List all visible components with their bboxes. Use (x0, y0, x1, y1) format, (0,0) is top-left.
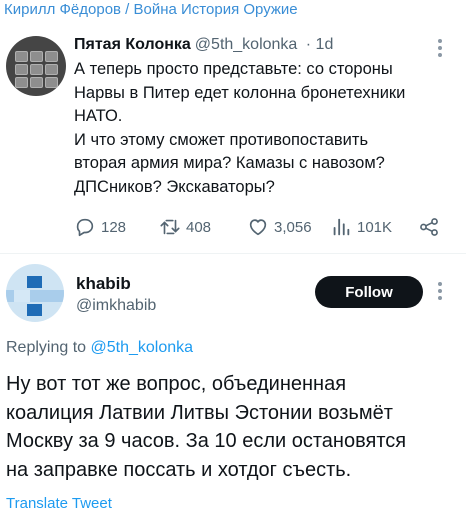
follow-button[interactable]: Follow (315, 276, 423, 308)
share-icon (420, 218, 438, 236)
like-button[interactable]: 3,056 (247, 215, 312, 239)
retweet-count: 408 (186, 218, 212, 236)
tweet-text-line: на заправке поссать и хотдог съесть. (6, 458, 352, 481)
avatar[interactable] (6, 264, 64, 322)
tweet-author-line: Пятая Колонка @5th_kolonka · 1d (74, 35, 333, 55)
author-handle[interactable]: @5th_kolonka (195, 36, 298, 53)
tweet-text-line: А теперь просто представьте: со стороны (74, 60, 393, 78)
heart-icon (249, 219, 267, 236)
tweet-actions: 128 408 3,056 101K (0, 215, 466, 239)
retweet-icon (160, 219, 180, 235)
author-handle[interactable]: @imkhabib (76, 296, 156, 316)
tweet-text-line: Москву за 9 часов. За 10 если остановятс… (6, 430, 407, 452)
replying-to: Replying to @5th_kolonka (6, 338, 193, 358)
tweet-text-line: Ну вот тот же вопрос, объединенная (6, 373, 347, 395)
author-name[interactable]: Пятая Колонка (74, 36, 191, 53)
comment-icon (76, 218, 94, 237)
tweet-text-line: ДПСников? Экскаваторы? (74, 177, 275, 196)
reply-count: 128 (101, 218, 127, 236)
retweet-button[interactable]: 408 (159, 215, 211, 239)
like-count: 3,056 (274, 218, 312, 236)
tweet-text-line: вторая армия мира? Камазы с навозом? (74, 154, 385, 172)
translate-link[interactable]: Translate Tweet (6, 494, 112, 508)
tweet-text-line: коалиция Латвии Литвы Эстонии возьмёт (6, 401, 393, 424)
more-icon[interactable] (437, 281, 443, 301)
channel-title[interactable]: Кирилл Фёдоров / Война История Оружие (4, 0, 298, 22)
more-icon[interactable] (437, 38, 443, 58)
views-count: 101K (357, 218, 393, 236)
tweet-text-line: НАТО. (74, 107, 123, 125)
avatar[interactable] (6, 36, 66, 96)
reply-button[interactable]: 128 (74, 215, 126, 239)
replying-prefix: Replying to (6, 339, 87, 356)
views-button[interactable]: 101K (330, 215, 392, 239)
tweet-text: Ну вот тот же вопрос, объединенная коали… (6, 370, 462, 484)
tweet-text-line: И что этому сможет противопоставить (74, 130, 369, 149)
tweet-text-line: Нарвы в Питер едет колонна бронетехники (74, 83, 406, 102)
share-button[interactable] (418, 215, 440, 239)
author-name[interactable]: khabib (76, 274, 131, 294)
tweet-time[interactable]: · 1d (306, 36, 334, 53)
quoted-tweet[interactable]: Пятая Колонка @5th_kolonka · 1d А теперь … (0, 22, 466, 254)
tweet-text: А теперь просто представьте: со стороны … (74, 58, 462, 199)
replying-to-link[interactable]: @5th_kolonka (91, 339, 194, 356)
views-icon (333, 218, 350, 236)
